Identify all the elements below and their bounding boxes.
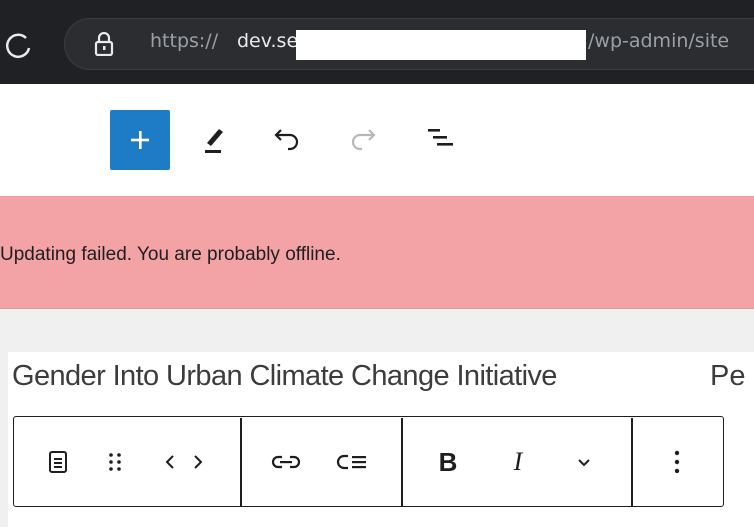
reload-icon[interactable]	[4, 30, 34, 60]
italic-label: I	[513, 447, 523, 476]
options-button[interactable]	[662, 440, 692, 484]
bold-label: B	[438, 446, 458, 477]
url-scheme: https://	[150, 30, 219, 52]
tools-button[interactable]	[196, 118, 232, 158]
drag-handle-button[interactable]	[100, 440, 130, 484]
undo-button[interactable]	[266, 118, 306, 158]
redo-button[interactable]	[344, 118, 384, 158]
notice-message: Updating failed. You are probably offlin…	[0, 244, 341, 265]
indent-icon	[336, 454, 366, 470]
toolbar-divider	[240, 418, 242, 506]
plus-icon	[131, 131, 149, 149]
url-host: dev.se	[237, 30, 299, 52]
link-icon	[271, 455, 301, 469]
document-outline-icon	[428, 129, 453, 146]
document-overview-button[interactable]	[420, 118, 460, 158]
toolbar-divider	[631, 418, 633, 506]
url-path: /wp-admin/site	[588, 30, 730, 52]
chevron-down-icon	[578, 459, 590, 467]
bold-button[interactable]: B	[430, 440, 466, 484]
redo-icon	[351, 129, 376, 151]
lock-icon[interactable]	[94, 32, 114, 56]
drag-handle-icon	[109, 453, 121, 471]
more-options-icon	[674, 450, 680, 474]
block-heading-text-tail[interactable]: Pe	[710, 360, 745, 393]
italic-button[interactable]: I	[500, 440, 536, 484]
toolbar-divider	[401, 418, 403, 506]
paragraph-icon	[49, 451, 67, 473]
pen-icon	[205, 129, 223, 153]
indent-button[interactable]	[330, 440, 376, 484]
add-block-button[interactable]	[110, 110, 170, 170]
block-type-button[interactable]	[40, 440, 76, 484]
link-button[interactable]	[266, 440, 306, 484]
move-block-button[interactable]	[156, 440, 212, 484]
move-arrows-icon	[165, 455, 203, 469]
block-heading-text[interactable]: Gender Into Urban Climate Change Initiat…	[12, 360, 557, 393]
undo-icon	[274, 129, 299, 151]
url-redaction	[296, 30, 586, 60]
more-formatting-button[interactable]	[566, 440, 602, 484]
